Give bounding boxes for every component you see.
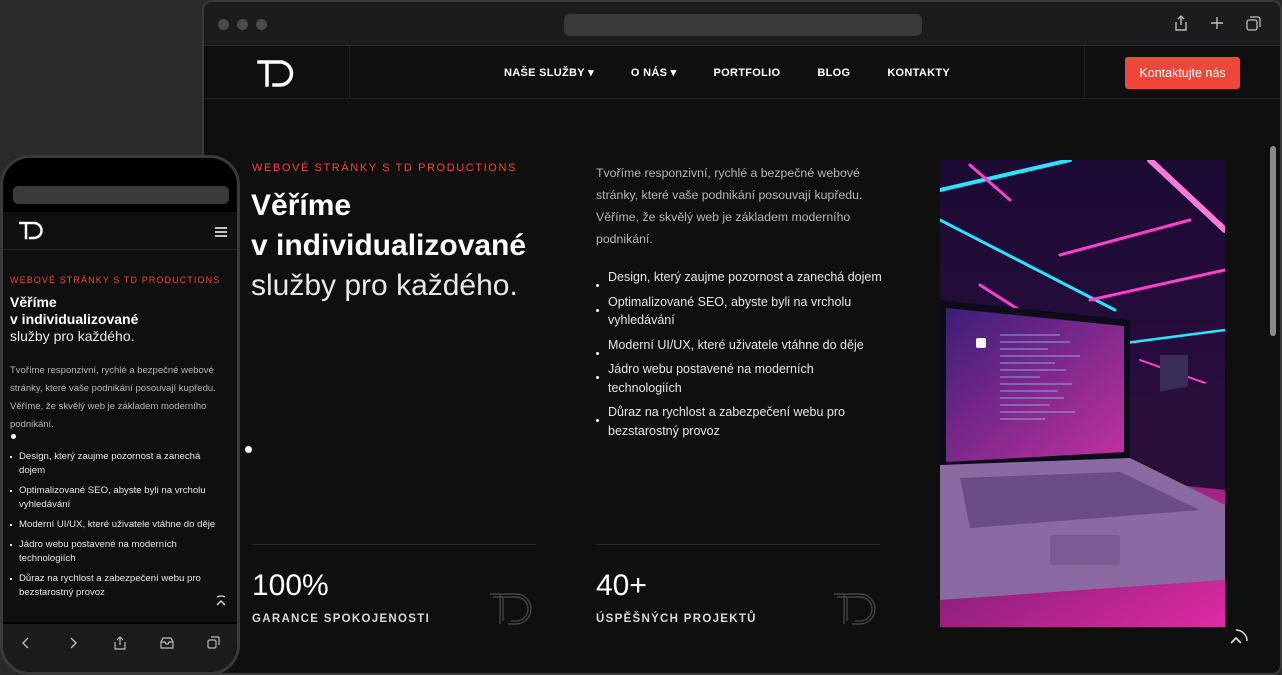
mobile-header xyxy=(3,212,237,250)
mobile-feature-list: Design, který zaujme pozornost a zanechá… xyxy=(10,450,226,606)
menu-item-about[interactable]: O NÁS ▾ xyxy=(631,66,677,79)
hero-title-line2: v individualizované xyxy=(251,229,527,262)
mobile-title-line1: Věříme xyxy=(10,294,57,310)
td-watermark-icon xyxy=(834,593,876,625)
stat-label: GARANCE SPOKOJENOSTI xyxy=(252,613,431,625)
feature-item: Jádro webu postavené na moderních techno… xyxy=(596,360,886,397)
hero-kicker: WEBOVÉ STRÁNKY S TD PRODUCTIONS xyxy=(252,162,517,174)
slide-indicator-dot[interactable] xyxy=(245,446,252,453)
mobile-browser-toolbar xyxy=(3,624,237,672)
menu-item-blog[interactable]: BLOG xyxy=(817,67,850,79)
chevron-up-icon[interactable] xyxy=(215,594,227,611)
feature-item: Design, který zaujme pozornost a zanechá… xyxy=(596,268,886,287)
mobile-title-line2: v individualizované xyxy=(10,311,139,327)
logo-link[interactable] xyxy=(204,46,350,99)
close-window-dot[interactable] xyxy=(218,19,229,30)
tabs-icon[interactable] xyxy=(203,636,225,652)
forward-icon[interactable] xyxy=(62,636,84,652)
zoom-window-dot[interactable] xyxy=(256,19,267,30)
mobile-title-line3: služby pro každého. xyxy=(10,328,135,344)
browser-actions xyxy=(1172,13,1262,33)
stat-value: 100% xyxy=(252,569,329,602)
tabs-icon[interactable] xyxy=(1244,13,1262,33)
contact-us-button[interactable]: Kontaktujte nás xyxy=(1125,56,1240,89)
feature-item: Moderní UI/UX, které uživatele vtáhne do… xyxy=(10,518,226,532)
stat-projects: 40+ ÚSPĚŠNÝCH PROJEKTŮ xyxy=(596,544,880,634)
feature-item: Optimalizované SEO, abyste byli na vrcho… xyxy=(596,293,886,330)
site-header: NAŠE SLUŽBY ▾ O NÁS ▾ PORTFOLIO BLOG KON… xyxy=(204,46,1280,99)
stat-satisfaction: 100% GARANCE SPOKOJENOSTI xyxy=(252,544,536,634)
minimize-window-dot[interactable] xyxy=(237,19,248,30)
share-icon[interactable] xyxy=(109,635,131,653)
plus-icon[interactable] xyxy=(1208,13,1226,33)
feature-item: Důraz na rychlost a zabezpečení webu pro… xyxy=(10,572,226,600)
td-watermark-icon xyxy=(490,593,532,625)
mobile-phone-frame: WEBOVÉ STRÁNKY S TD PRODUCTIONS Věříme v… xyxy=(0,155,240,675)
header-cta-cell: Kontaktujte nás xyxy=(1084,46,1280,99)
desktop-browser-window: NAŠE SLUŽBY ▾ O NÁS ▾ PORTFOLIO BLOG KON… xyxy=(202,0,1282,675)
hero-title-line3: služby pro každého. xyxy=(251,269,518,302)
mobile-website: WEBOVÉ STRÁNKY S TD PRODUCTIONS Věříme v… xyxy=(3,212,237,622)
browser-toolbar xyxy=(204,2,1280,46)
share-icon[interactable] xyxy=(1172,13,1190,33)
chevron-down-icon: ▾ xyxy=(588,67,594,79)
hamburger-icon[interactable] xyxy=(215,224,227,240)
stat-value: 40+ xyxy=(596,569,647,602)
hero-title-line1: Věříme xyxy=(251,189,352,222)
website: NAŠE SLUŽBY ▾ O NÁS ▾ PORTFOLIO BLOG KON… xyxy=(204,46,1280,673)
feature-list: Design, který zaujme pozornost a zanechá… xyxy=(596,268,886,446)
feature-item: Optimalizované SEO, abyste byli na vrcho… xyxy=(10,484,226,512)
main-menu: NAŠE SLUŽBY ▾ O NÁS ▾ PORTFOLIO BLOG KON… xyxy=(504,46,950,99)
td-logo-icon[interactable] xyxy=(19,220,45,240)
chevron-down-icon: ▾ xyxy=(670,67,677,79)
feature-item: Design, který zaujme pozornost a zanechá… xyxy=(10,450,226,478)
window-controls xyxy=(218,19,267,30)
hero-title: Věříme v individualizované služby pro ka… xyxy=(251,186,526,306)
menu-item-services[interactable]: NAŠE SLUŽBY ▾ xyxy=(504,66,594,79)
feature-item: Důraz na rychlost a zabezpečení webu pro… xyxy=(596,403,886,440)
hero-intro: Tvoříme responzivní, rychlé a bezpečné w… xyxy=(596,166,863,246)
back-to-top-button[interactable] xyxy=(1222,627,1250,655)
menu-item-portfolio[interactable]: PORTFOLIO xyxy=(713,67,780,79)
mobile-hero-kicker: WEBOVÉ STRÁNKY S TD PRODUCTIONS xyxy=(10,275,221,285)
bookmarks-icon[interactable] xyxy=(156,636,178,652)
back-icon[interactable] xyxy=(15,636,37,652)
hero-laptop-image xyxy=(940,160,1225,627)
feature-item: Jádro webu postavené na moderních techno… xyxy=(10,538,226,566)
mobile-hero-title: Věříme v individualizované služby pro ka… xyxy=(10,294,138,345)
stat-label: ÚSPĚŠNÝCH PROJEKTŮ xyxy=(596,613,757,625)
mobile-hero-intro: Tvoříme responzivní, rychlé a bezpečné w… xyxy=(10,365,216,430)
td-logo-icon xyxy=(256,59,293,87)
feature-item: Moderní UI/UX, které uživatele vtáhne do… xyxy=(596,336,886,354)
address-bar[interactable] xyxy=(564,14,922,36)
phone-notch xyxy=(49,158,195,178)
menu-item-contacts[interactable]: KONTAKTY xyxy=(887,67,950,79)
scrollbar[interactable] xyxy=(1270,146,1276,336)
chevron-up-icon xyxy=(1230,629,1248,644)
slide-indicator-dot[interactable] xyxy=(11,434,16,439)
mobile-address-bar[interactable] xyxy=(13,186,229,204)
